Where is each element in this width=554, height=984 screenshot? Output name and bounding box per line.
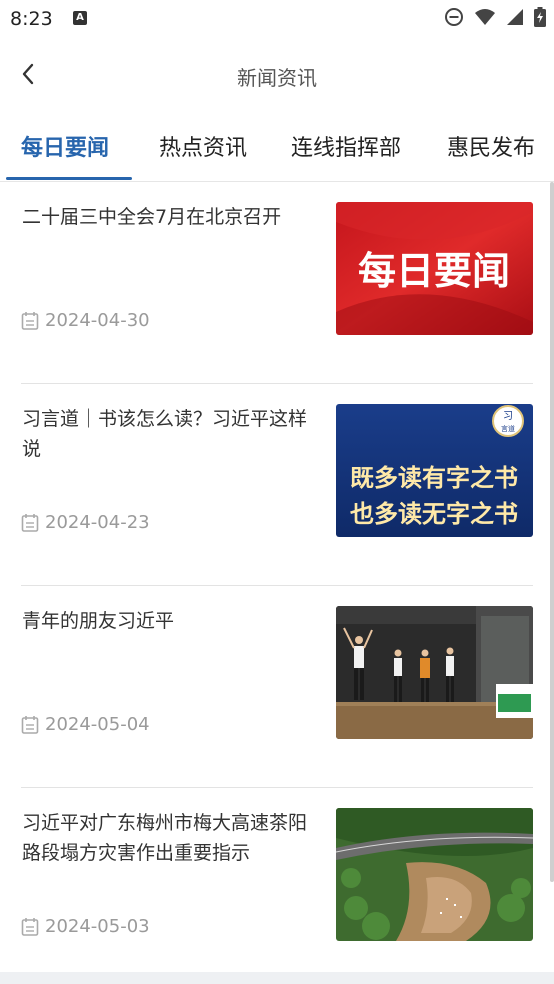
thumb-badge-line1: 习 xyxy=(503,411,513,422)
thumb-caption-line2: 也多读无字之书 xyxy=(350,499,518,528)
news-title: 青年的朋友习近平 xyxy=(22,610,175,632)
wifi-icon xyxy=(475,9,495,25)
news-thumbnail xyxy=(336,606,533,739)
news-item[interactable]: 二十届三中全会7月在北京召开 2024-04-30 每日要闻 xyxy=(21,182,533,384)
news-thumbnail: 习 言道 既多读有字之书 也多读无字之书 xyxy=(336,404,533,537)
news-title: 习言道｜书该怎么读？习近平这样说 xyxy=(22,408,308,460)
news-date: 2024-05-04 xyxy=(21,714,150,735)
status-bar: 8:23 A xyxy=(0,0,554,38)
news-date-text: 2024-04-23 xyxy=(45,512,150,533)
tab-public-release[interactable]: 惠民发布 xyxy=(447,130,535,162)
news-item[interactable]: 习近平对广东梅州市梅大高速茶阳路段塌方灾害作出重要指示 2024-05-03 xyxy=(21,788,533,984)
calendar-icon xyxy=(21,715,39,734)
battery-icon xyxy=(534,7,546,27)
thumb-badge-line2: 言道 xyxy=(501,424,515,433)
status-icons xyxy=(444,7,546,27)
tab-command-link[interactable]: 连线指挥部 xyxy=(291,130,401,162)
calendar-icon xyxy=(21,917,39,936)
status-time: 8:23 xyxy=(10,8,53,30)
thumb-caption-line1: 既多读有字之书 xyxy=(350,463,518,492)
signal-icon xyxy=(507,9,523,25)
calendar-icon xyxy=(21,513,39,532)
page-title: 新闻资讯 xyxy=(237,66,317,90)
app-header: 新闻资讯 xyxy=(0,48,554,104)
news-date-text: 2024-05-04 xyxy=(45,714,150,735)
news-date-text: 2024-05-03 xyxy=(45,916,150,937)
news-thumbnail xyxy=(336,808,533,941)
news-date-text: 2024-04-30 xyxy=(45,310,150,331)
news-thumbnail: 每日要闻 xyxy=(336,202,533,335)
news-date: 2024-05-03 xyxy=(21,916,150,937)
news-date: 2024-04-30 xyxy=(21,310,150,331)
news-date: 2024-04-23 xyxy=(21,512,150,533)
notification-a-icon: A xyxy=(73,11,87,25)
news-list: 二十届三中全会7月在北京召开 2024-04-30 每日要闻 习言道｜书该怎么读… xyxy=(0,182,554,984)
news-item[interactable]: 习言道｜书该怎么读？习近平这样说 2024-04-23 习 言道 既多读有字之书… xyxy=(21,384,533,586)
active-tab-indicator xyxy=(6,177,132,180)
news-title: 二十届三中全会7月在北京召开 xyxy=(22,206,282,228)
bottom-strip xyxy=(0,972,554,984)
news-item[interactable]: 青年的朋友习近平 2024-05-04 xyxy=(21,586,533,788)
tab-daily-news[interactable]: 每日要闻 xyxy=(21,130,109,162)
calendar-icon xyxy=(21,311,39,330)
tab-bar: 每日要闻 热点资讯 连线指挥部 惠民发布 xyxy=(0,118,554,182)
tab-hot-news[interactable]: 热点资讯 xyxy=(159,130,247,162)
news-title: 习近平对广东梅州市梅大高速茶阳路段塌方灾害作出重要指示 xyxy=(22,812,308,864)
dnd-icon xyxy=(445,8,463,26)
thumb-caption: 每日要闻 xyxy=(358,248,510,293)
scrollbar[interactable] xyxy=(550,182,554,882)
